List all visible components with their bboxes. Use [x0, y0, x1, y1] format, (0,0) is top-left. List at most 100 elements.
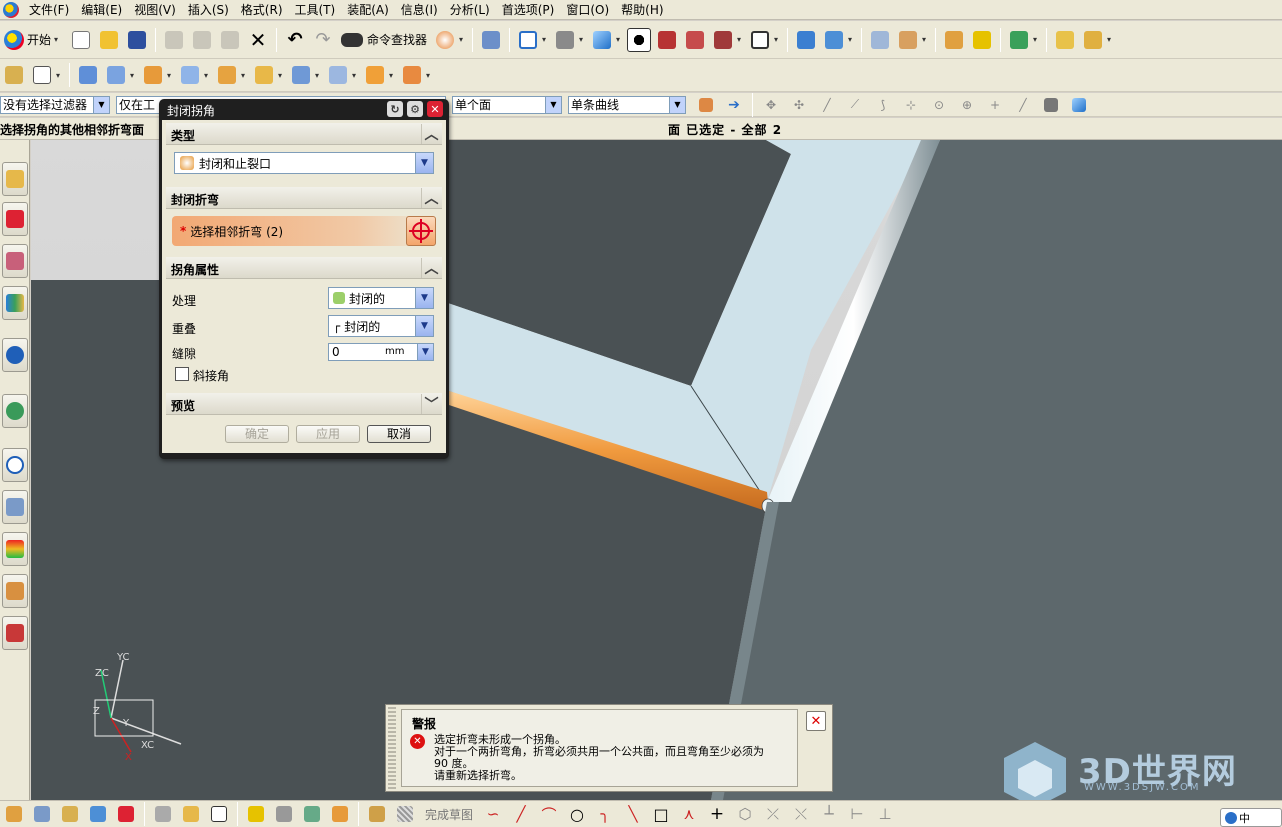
delete-button[interactable]: ✕ — [246, 28, 270, 52]
chevron-down-icon[interactable]: ▾ — [315, 71, 321, 80]
snap-arc-center-button[interactable]: ⊙ — [927, 93, 951, 117]
fit-view-button[interactable] — [516, 28, 540, 52]
select-bends-row[interactable]: * 选择相邻折弯 (2) — [172, 216, 436, 246]
menu-file[interactable]: 文件(F) — [23, 0, 75, 20]
paste-button[interactable] — [218, 28, 242, 52]
sketch-tool-11-button[interactable] — [300, 802, 324, 826]
snap-point-on-curve-button[interactable]: + — [983, 93, 1007, 117]
chevron-down-icon[interactable]: ▾ — [1107, 35, 1113, 44]
reuse-library-tab[interactable] — [2, 286, 28, 320]
menu-preferences[interactable]: 首选项(P) — [496, 0, 561, 20]
menu-format[interactable]: 格式(R) — [235, 0, 289, 20]
display-mode-button[interactable] — [627, 27, 652, 52]
type-filter-select[interactable]: 没有选择过滤器 ▼ — [0, 95, 110, 114]
menu-edit[interactable]: 编辑(E) — [75, 0, 128, 20]
selection-tools-button[interactable] — [479, 28, 503, 52]
snap-view-button[interactable] — [1007, 28, 1031, 52]
clip-view-button[interactable] — [683, 28, 707, 52]
select-bends-button[interactable] — [406, 216, 436, 246]
unbend-button[interactable] — [326, 63, 350, 87]
corner-tool-button[interactable]: ┴ — [817, 802, 841, 826]
circle-tool-button[interactable]: ○ — [565, 802, 589, 826]
snap-point-button[interactable]: ✥ — [759, 93, 783, 117]
chamfer-tool-button[interactable]: ╲ — [621, 802, 645, 826]
redo-button[interactable]: ↷ — [311, 28, 335, 52]
rectangle-tool-button[interactable]: □ — [649, 802, 673, 826]
contour-flange-button[interactable] — [141, 63, 165, 87]
edit-section-button[interactable] — [711, 28, 735, 52]
arc-tool-button[interactable]: ⌒ — [537, 802, 561, 826]
object-display-button[interactable] — [942, 28, 966, 52]
history-tab[interactable] — [2, 448, 28, 482]
curve-rule-options-button[interactable] — [694, 93, 718, 117]
apply-button[interactable]: 应用 — [296, 425, 360, 443]
sketch-in-task-button[interactable] — [365, 802, 389, 826]
settings-button[interactable]: ⚙ — [407, 101, 423, 117]
menu-insert[interactable]: 插入(S) — [182, 0, 235, 20]
chevron-down-icon[interactable]: ▾ — [389, 71, 395, 80]
punch-button[interactable] — [289, 63, 313, 87]
menu-analysis[interactable]: 分析(L) — [444, 0, 496, 20]
ok-button[interactable]: 确定 — [225, 425, 289, 443]
sketch-plane-button[interactable] — [30, 63, 54, 87]
wcs-button[interactable] — [896, 28, 920, 52]
process-studio-tab[interactable] — [2, 490, 28, 524]
overlap-select[interactable]: ┌ 封闭的 ▼ — [328, 315, 434, 337]
cut-button[interactable] — [162, 28, 186, 52]
corner-button[interactable] — [252, 63, 276, 87]
snap-intersection-button[interactable]: ⊹ — [899, 93, 923, 117]
command-finder-button[interactable]: 命令查找器 — [337, 28, 431, 52]
part-material-button[interactable] — [433, 28, 457, 52]
chevron-down-icon[interactable]: ▾ — [459, 35, 465, 44]
reset-button[interactable]: ↻ — [387, 101, 403, 117]
chevron-down-icon[interactable]: ▾ — [922, 35, 928, 44]
chevron-down-icon[interactable]: ▾ — [737, 35, 743, 44]
snap-quadrant-button[interactable]: ⊕ — [955, 93, 979, 117]
chevron-down-icon[interactable]: ▾ — [204, 71, 210, 80]
geometric-constraint-button[interactable]: ⊥ — [873, 802, 897, 826]
show-hide-button[interactable] — [794, 28, 818, 52]
part-navigator-tab[interactable] — [2, 244, 28, 278]
line-tool-button[interactable]: ╱ — [509, 802, 533, 826]
corner-props-section-header[interactable]: 拐角属性 ︿ — [166, 257, 442, 279]
snap-control-button[interactable]: ⟆ — [871, 93, 895, 117]
snap-line-button[interactable]: ╱ — [1011, 93, 1035, 117]
info-tab[interactable] — [2, 338, 28, 372]
trim-button[interactable]: ⤫ — [761, 802, 785, 826]
highlight-button[interactable] — [970, 28, 994, 52]
sketch-tool-12-button[interactable] — [328, 802, 352, 826]
chevron-down-icon[interactable]: ▾ — [278, 71, 284, 80]
menu-information[interactable]: 信息(I) — [395, 0, 444, 20]
section-view-button[interactable] — [655, 28, 679, 52]
stop-at-intersection-button[interactable]: ➔ — [722, 93, 746, 117]
chevron-down-icon[interactable]: ▾ — [1033, 35, 1039, 44]
ime-indicator[interactable]: 中 — [1220, 808, 1282, 827]
sketch-tool-5-button[interactable] — [114, 802, 138, 826]
flat-pattern-button[interactable] — [363, 63, 387, 87]
face-rule-select[interactable]: 单个面 ▼ — [452, 95, 562, 114]
menu-tools[interactable]: 工具(T) — [289, 0, 342, 20]
chevron-down-icon[interactable]: ▾ — [130, 71, 136, 80]
chevron-down-icon[interactable]: ▾ — [579, 35, 585, 44]
sketch-button[interactable] — [2, 63, 26, 87]
type-select[interactable]: 封闭和止裂口 ▼ — [174, 152, 434, 174]
menu-help[interactable]: 帮助(H) — [615, 0, 669, 20]
assembly-navigator-tab[interactable] — [2, 162, 28, 196]
background-button[interactable] — [748, 28, 772, 52]
sketch-tool-1-button[interactable] — [2, 802, 26, 826]
visualization-tab[interactable] — [2, 532, 28, 566]
sketch-tool-8-button[interactable] — [207, 802, 231, 826]
curve-rule-select[interactable]: 单条曲线 ▼ — [568, 95, 686, 114]
preview-section-header[interactable]: 预览 ﹀ — [166, 393, 442, 415]
chevron-down-icon[interactable]: ▾ — [352, 71, 358, 80]
finish-sketch-button[interactable] — [393, 802, 417, 826]
chevron-down-icon[interactable]: ▾ — [426, 71, 432, 80]
tab-button[interactable] — [76, 63, 100, 87]
system-scenes-tab[interactable] — [2, 616, 28, 650]
sketch-tool-2-button[interactable] — [30, 802, 54, 826]
undo-button[interactable]: ↶ — [283, 28, 307, 52]
menu-view[interactable]: 视图(V) — [128, 0, 182, 20]
treatment-select[interactable]: 封闭的 ▼ — [328, 287, 434, 309]
snap-existing-button[interactable]: ✣ — [787, 93, 811, 117]
sketch-tool-6-button[interactable] — [151, 802, 175, 826]
